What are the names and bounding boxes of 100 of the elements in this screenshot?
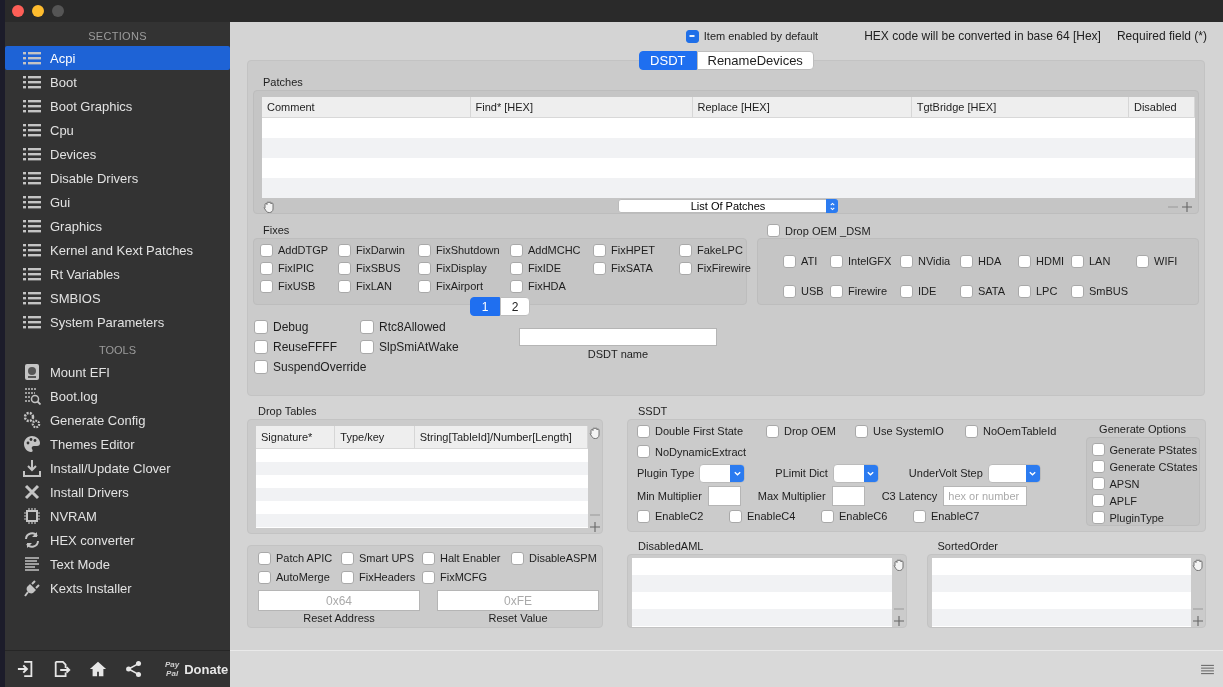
sidebar-item[interactable]: Mount EFI	[5, 360, 230, 384]
menu-icon[interactable]	[1200, 663, 1215, 675]
checkbox[interactable]: EnableC6	[821, 508, 888, 524]
checkbox[interactable]: SlpSmiAtWake	[360, 337, 459, 357]
checkbox[interactable]: AutoMerge	[258, 569, 330, 585]
checkbox[interactable]: FixAirport	[418, 277, 484, 295]
input-field[interactable]: hex or number	[943, 486, 1028, 506]
checkbox[interactable]: EnableC4	[729, 508, 796, 524]
checkbox[interactable]: ReuseFFFF	[254, 337, 337, 357]
checkbox[interactable]: FixUSB	[260, 277, 316, 295]
sidebar-item[interactable]: Install Drivers	[5, 480, 230, 504]
checkbox[interactable]: FixSBUS	[338, 259, 401, 277]
sidebar-item[interactable]: Graphics	[5, 214, 230, 238]
checkbox[interactable]: NVidia	[900, 246, 951, 276]
sidebar-item[interactable]: Boot.log	[5, 384, 230, 408]
close-button[interactable]	[12, 5, 24, 17]
page-button[interactable]: 1	[470, 297, 500, 316]
add-icon[interactable]	[1181, 200, 1193, 213]
sidebar-item[interactable]: Themes Editor	[5, 432, 230, 456]
sidebar-item[interactable]: SMBIOS	[5, 286, 230, 310]
checkbox[interactable]: APSN	[1091, 475, 1140, 492]
checkbox[interactable]: NoDynamicExtract	[637, 443, 747, 460]
checkbox[interactable]: HDMI	[1018, 246, 1065, 276]
checkbox[interactable]: Double First State	[637, 423, 744, 439]
column-header[interactable]: String[TableId]/Number[Length]	[414, 426, 588, 448]
checkbox[interactable]: FixLAN	[338, 277, 393, 295]
checkbox[interactable]: LPC	[1018, 276, 1058, 306]
checkbox[interactable]: FixSATA	[593, 259, 653, 277]
sidebar-item[interactable]: Install/Update Clover	[5, 456, 230, 480]
checkbox[interactable]: FixShutdown	[418, 241, 500, 259]
checkbox[interactable]: FixIPIC	[260, 259, 315, 277]
checkbox[interactable]: PluginType	[1091, 509, 1164, 526]
share-icon[interactable]	[125, 660, 143, 678]
checkbox[interactable]: IntelGFX	[830, 246, 892, 276]
import-icon[interactable]	[17, 660, 35, 678]
sidebar-item[interactable]: Acpi	[5, 46, 230, 70]
sidebar-item[interactable]: Generate Config	[5, 408, 230, 432]
sidebar-item[interactable]: Boot Graphics	[5, 94, 230, 118]
checkbox[interactable]: Item enabled by default	[685, 28, 819, 44]
hand-icon[interactable]	[891, 558, 906, 572]
checkbox[interactable]: HDA	[960, 246, 1002, 276]
tab[interactable]: RenameDevices	[696, 51, 814, 70]
checkbox[interactable]: ATI	[783, 246, 818, 276]
checkbox[interactable]: EnableC7	[913, 508, 980, 524]
column-header[interactable]: TgtBridge [HEX]	[911, 97, 1129, 117]
hand-icon[interactable]	[588, 426, 602, 440]
sidebar-item[interactable]: Kernel and Kext Patches	[5, 238, 230, 262]
checkbox[interactable]: SmBUS	[1071, 276, 1129, 306]
checkbox[interactable]: Debug	[254, 317, 309, 337]
checkbox[interactable]: Drop OEM	[766, 423, 836, 439]
checkbox[interactable]: FixHPET	[593, 241, 655, 259]
sidebar-item[interactable]: Text Mode	[5, 552, 230, 576]
sidebar-item[interactable]: System Parameters	[5, 310, 230, 334]
checkbox[interactable]: WIFI	[1136, 246, 1178, 276]
hand-icon[interactable]	[262, 199, 276, 214]
minimize-button[interactable]	[32, 5, 44, 17]
export-icon[interactable]	[53, 660, 71, 678]
sidebar-item[interactable]: Disable Drivers	[5, 166, 230, 190]
sidebar-item[interactable]: Kexts Installer	[5, 576, 230, 600]
checkbox[interactable]: FixDisplay	[418, 259, 487, 277]
checkbox[interactable]: FixHeaders	[341, 569, 416, 585]
zoom-button[interactable]	[52, 5, 64, 17]
dropdown[interactable]	[987, 463, 1041, 483]
sidebar-item[interactable]: Devices	[5, 142, 230, 166]
checkbox[interactable]: FixMCFG	[422, 569, 488, 585]
checkbox[interactable]: Rtc8Allowed	[360, 317, 446, 337]
checkbox[interactable]: FixFirewire	[679, 259, 751, 277]
checkbox[interactable]: FixDarwin	[338, 241, 405, 259]
checkbox[interactable]: NoOemTableId	[965, 423, 1057, 439]
dropdown[interactable]	[832, 463, 879, 483]
column-header[interactable]: Disabled	[1128, 97, 1195, 117]
checkbox[interactable]: Smart UPS	[341, 550, 414, 566]
checkbox[interactable]: IDE	[900, 276, 937, 306]
add-icon[interactable]	[589, 521, 601, 533]
checkbox[interactable]: EnableC2	[637, 508, 704, 524]
checkbox[interactable]: Generate CStates	[1091, 458, 1198, 475]
page-button[interactable]: 2	[500, 297, 530, 316]
input-field[interactable]: 0x64	[258, 590, 420, 611]
checkbox[interactable]: FakeLPC	[679, 241, 743, 259]
checkbox[interactable]: Patch APIC	[258, 550, 333, 566]
checkbox[interactable]: Halt Enabler	[422, 550, 501, 566]
input-field[interactable]: 0xFE	[437, 590, 599, 611]
column-header[interactable]: Type/key	[335, 426, 415, 448]
sidebar-item[interactable]: NVRAM	[5, 504, 230, 528]
checkbox[interactable]: APLF	[1091, 492, 1137, 509]
checkbox[interactable]: DisableASPM	[511, 550, 597, 566]
sidebar-item[interactable]: HEX converter	[5, 528, 230, 552]
checkbox[interactable]: AddMCHC	[510, 241, 581, 259]
checkbox[interactable]: Drop OEM _DSM	[767, 222, 871, 239]
checkbox[interactable]: FixHDA	[510, 277, 566, 295]
sidebar-item[interactable]: Gui	[5, 190, 230, 214]
dropdown[interactable]: List Of Patches	[618, 199, 838, 213]
checkbox[interactable]: SATA	[960, 276, 1006, 306]
home-icon[interactable]	[89, 660, 107, 678]
hand-icon[interactable]	[1191, 558, 1205, 572]
checkbox[interactable]: LAN	[1071, 246, 1111, 276]
input-field[interactable]	[831, 486, 865, 506]
column-header[interactable]: Signature*	[256, 426, 336, 448]
dropdown[interactable]	[699, 463, 746, 483]
checkbox[interactable]: FixIDE	[510, 259, 561, 277]
